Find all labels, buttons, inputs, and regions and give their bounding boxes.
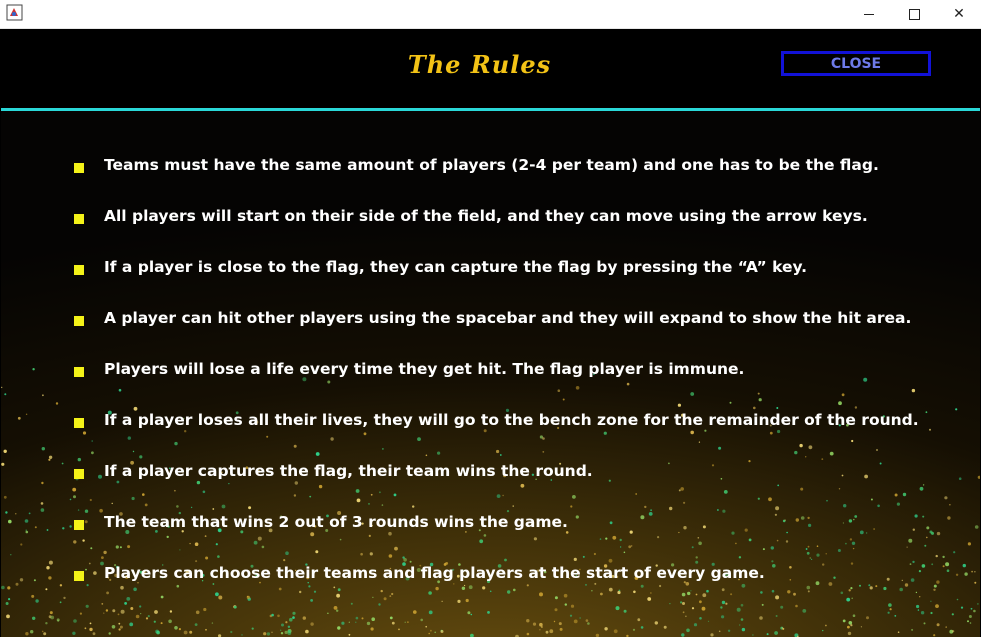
bullet-icon xyxy=(74,520,84,530)
list-item: If a player captures the flag, their tea… xyxy=(74,459,954,483)
rule-text: Players will lose a life every time they… xyxy=(104,360,745,378)
maximize-icon xyxy=(908,8,920,20)
list-item: The team that wins 2 out of 3 rounds win… xyxy=(74,510,954,534)
window-titlebar: ✕ xyxy=(0,0,981,29)
rule-text: If a player loses all their lives, they … xyxy=(104,411,919,429)
list-item: Players will lose a life every time they… xyxy=(74,357,954,381)
list-item: If a player loses all their lives, they … xyxy=(74,408,954,432)
bullet-icon xyxy=(74,418,84,428)
minimize-button[interactable] xyxy=(846,0,892,28)
list-item: If a player is close to the flag, they c… xyxy=(74,255,954,279)
close-icon: ✕ xyxy=(953,6,965,22)
window-close-button[interactable]: ✕ xyxy=(936,0,981,28)
rule-text: Teams must have the same amount of playe… xyxy=(104,156,879,174)
rule-text: The team that wins 2 out of 3 rounds win… xyxy=(104,513,568,531)
list-item: All players will start on their side of … xyxy=(74,204,954,228)
bullet-icon xyxy=(74,571,84,581)
list-item: Teams must have the same amount of playe… xyxy=(74,153,954,177)
java-app-icon xyxy=(6,4,23,21)
bullet-icon xyxy=(74,265,84,275)
rule-text: A player can hit other players using the… xyxy=(104,309,912,327)
bullet-icon xyxy=(74,469,84,479)
bullet-icon xyxy=(74,214,84,224)
rules-panel: Teams must have the same amount of playe… xyxy=(1,111,980,637)
bullet-icon xyxy=(74,367,84,377)
bullet-icon xyxy=(74,316,84,326)
rule-text: If a player captures the flag, their tea… xyxy=(104,462,593,480)
close-button[interactable]: CLOSE xyxy=(781,51,931,76)
rules-list: Teams must have the same amount of playe… xyxy=(1,111,980,637)
rule-text: Players can choose their teams and flag … xyxy=(104,564,765,582)
rule-text: If a player is close to the flag, they c… xyxy=(104,258,808,276)
rules-header: The Rules CLOSE xyxy=(1,30,980,108)
rule-text: All players will start on their side of … xyxy=(104,207,868,225)
maximize-button[interactable] xyxy=(891,0,937,28)
list-item: A player can hit other players using the… xyxy=(74,306,954,330)
list-item: Players can choose their teams and flag … xyxy=(74,561,954,585)
minimize-icon xyxy=(864,13,874,15)
bullet-icon xyxy=(74,163,84,173)
